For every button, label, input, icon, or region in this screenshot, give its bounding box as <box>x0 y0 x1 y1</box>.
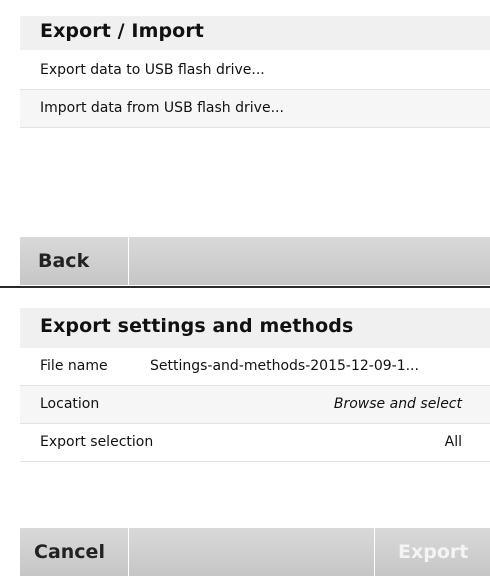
bottom-toolbar: Back <box>20 237 490 285</box>
location-label: Location <box>40 396 100 412</box>
page-title: Export settings and methods <box>40 315 354 337</box>
toolbar-divider <box>128 237 129 285</box>
page-title: Export / Import <box>40 20 204 42</box>
bottom-toolbar: Cancel Export <box>20 528 490 576</box>
export-settings-header: Export settings and methods <box>20 308 490 348</box>
panel-divider <box>0 286 490 288</box>
file-name-value[interactable]: Settings-and-methods-2015-12-09-1... <box>150 358 468 374</box>
export-selection-row[interactable]: Export selection All <box>20 424 490 462</box>
export-settings-panel: Export settings and methods File name Se… <box>0 296 490 576</box>
back-button[interactable]: Back <box>38 237 89 285</box>
location-value[interactable]: Browse and select <box>334 396 462 412</box>
menu-item-export-usb[interactable]: Export data to USB flash drive... <box>20 52 490 90</box>
menu-item-label: Import data from USB flash drive... <box>40 100 284 116</box>
menu-item-import-usb[interactable]: Import data from USB flash drive... <box>20 90 490 128</box>
export-import-header: Export / Import <box>20 16 490 50</box>
location-row[interactable]: Location Browse and select <box>20 386 490 424</box>
export-selection-value[interactable]: All <box>445 434 462 450</box>
file-name-row[interactable]: File name Settings-and-methods-2015-12-0… <box>20 348 490 386</box>
export-selection-label: Export selection <box>40 434 154 450</box>
toolbar-divider <box>374 528 375 576</box>
export-button[interactable]: Export <box>398 528 468 576</box>
cancel-button[interactable]: Cancel <box>34 528 105 576</box>
export-import-panel: Export / Import Export data to USB flash… <box>0 0 490 287</box>
file-name-label: File name <box>40 358 108 374</box>
toolbar-divider <box>128 528 129 576</box>
menu-item-label: Export data to USB flash drive... <box>40 62 265 78</box>
